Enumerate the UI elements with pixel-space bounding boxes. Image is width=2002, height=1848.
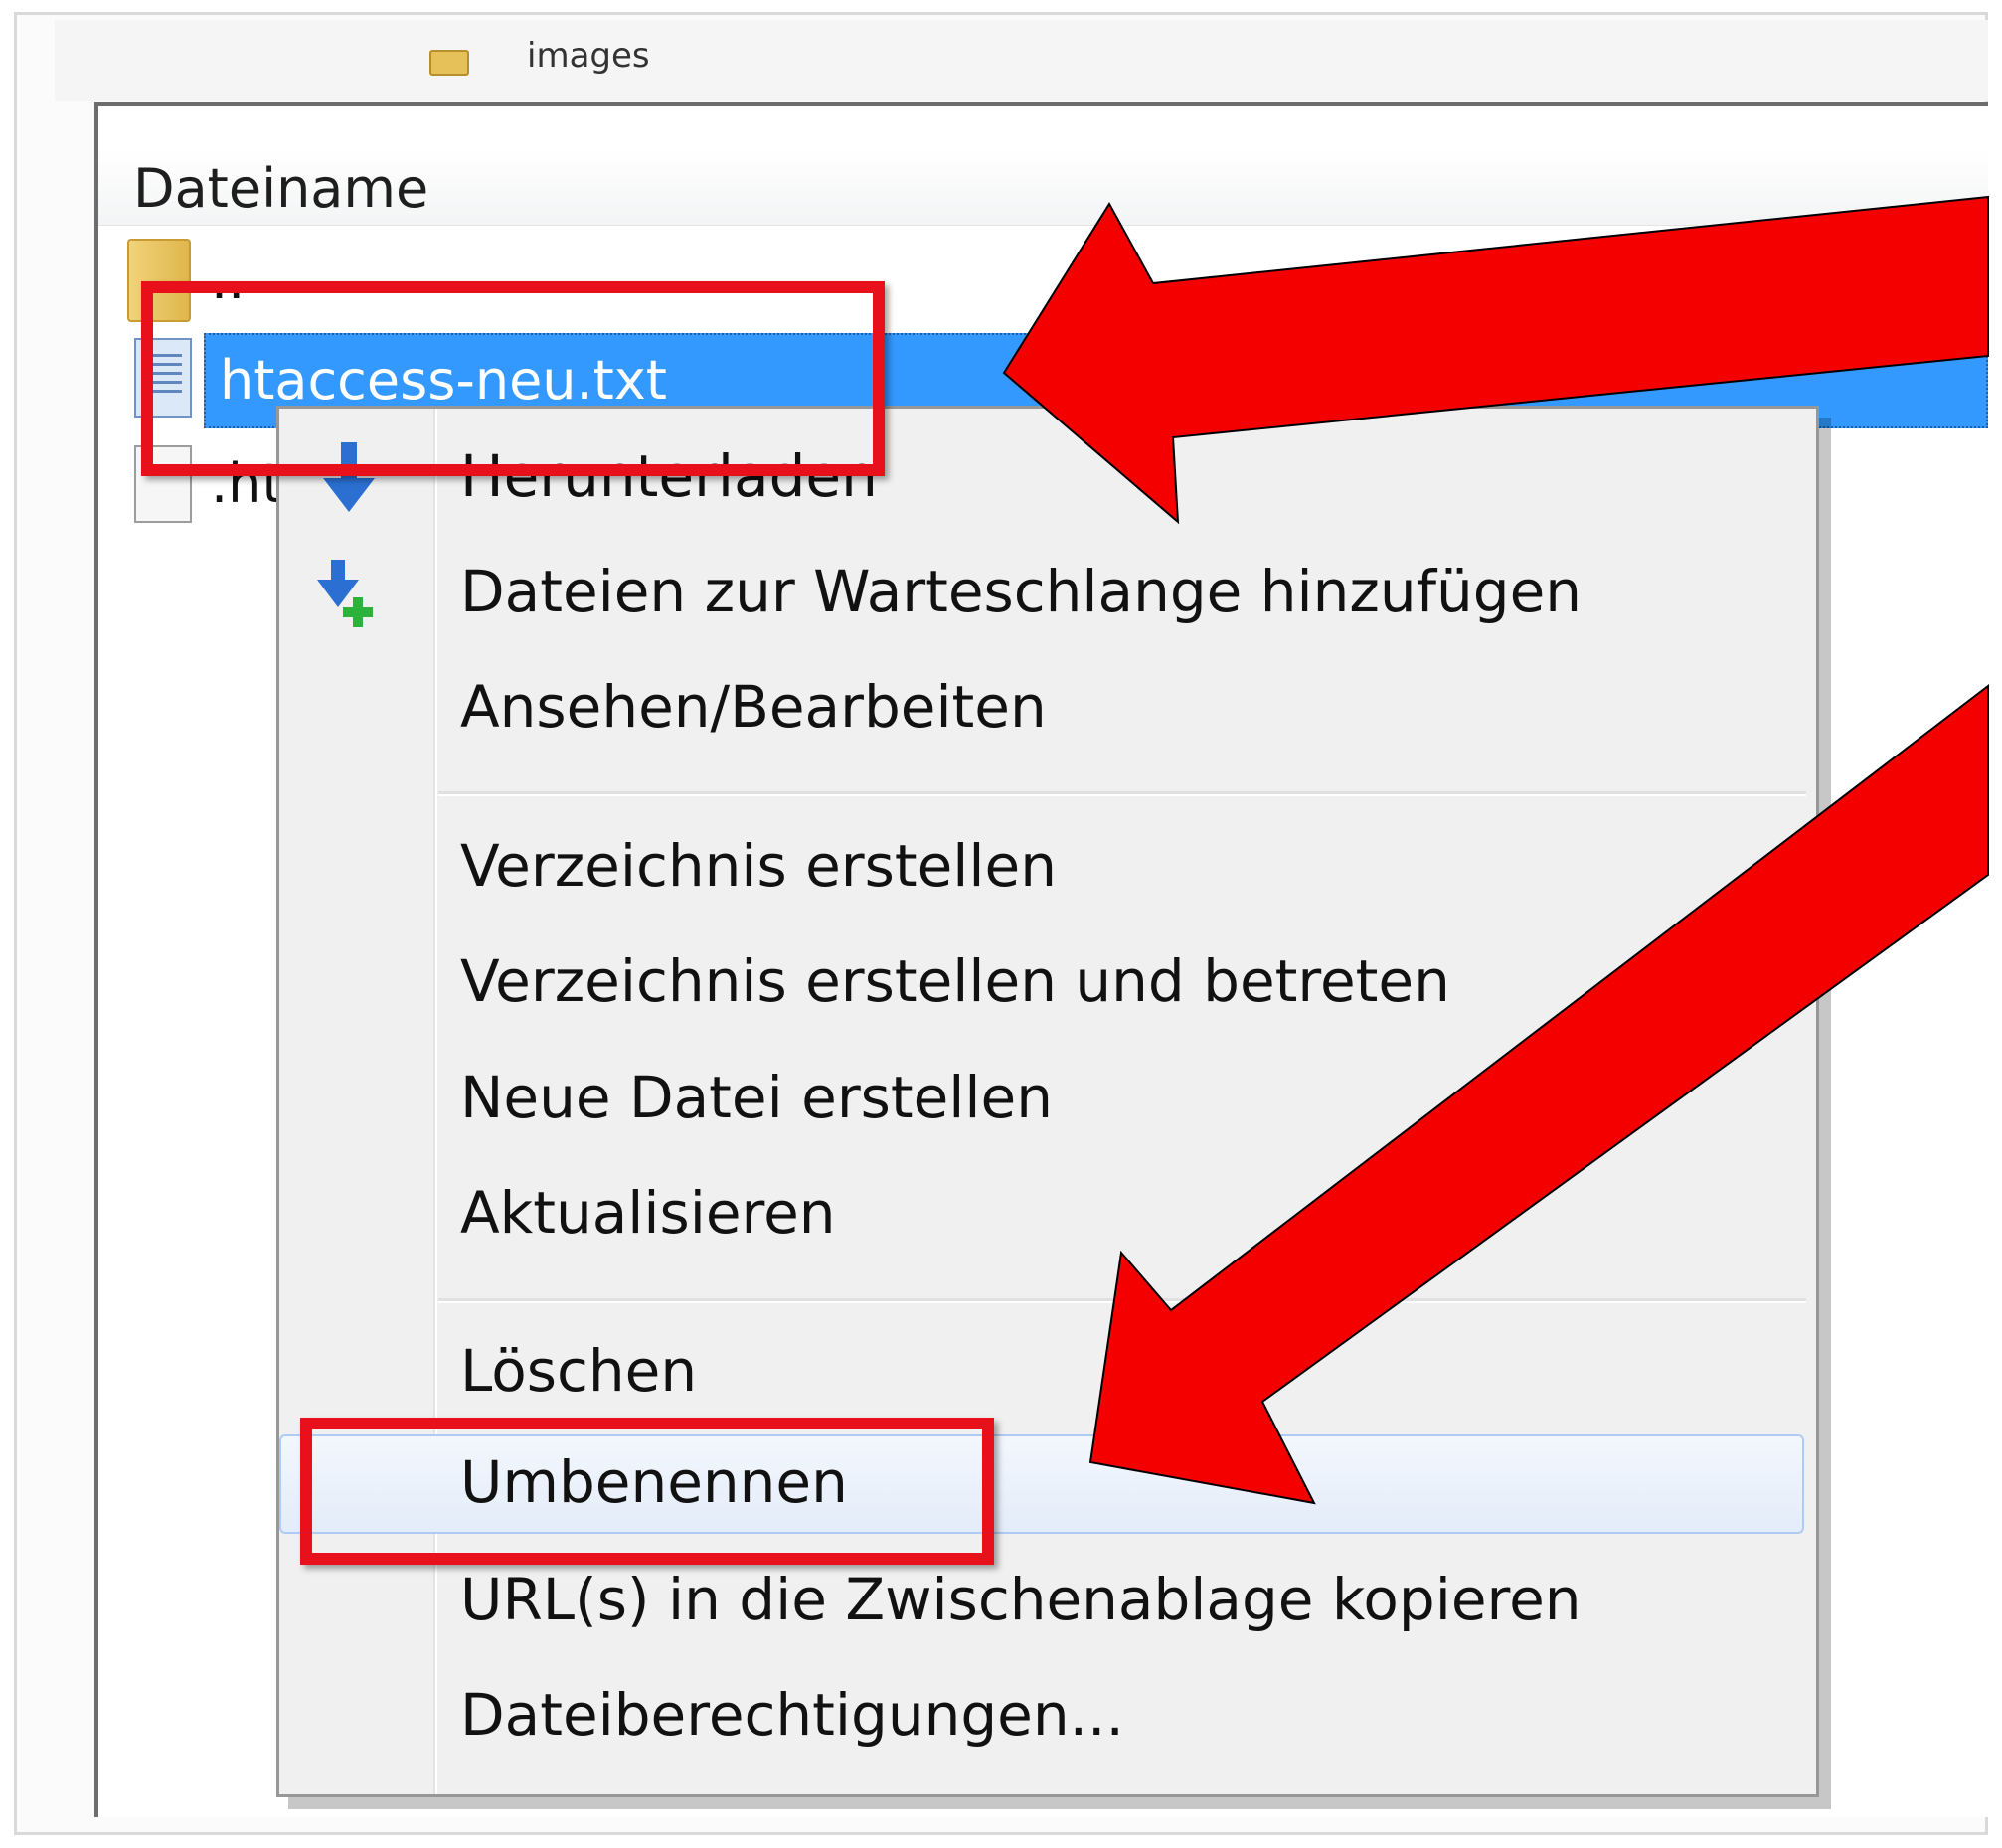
callout-arrow-icon (1002, 195, 1989, 525)
annotation-arrows (1002, 195, 1989, 1505)
callout-arrow-icon (1088, 683, 1989, 1505)
